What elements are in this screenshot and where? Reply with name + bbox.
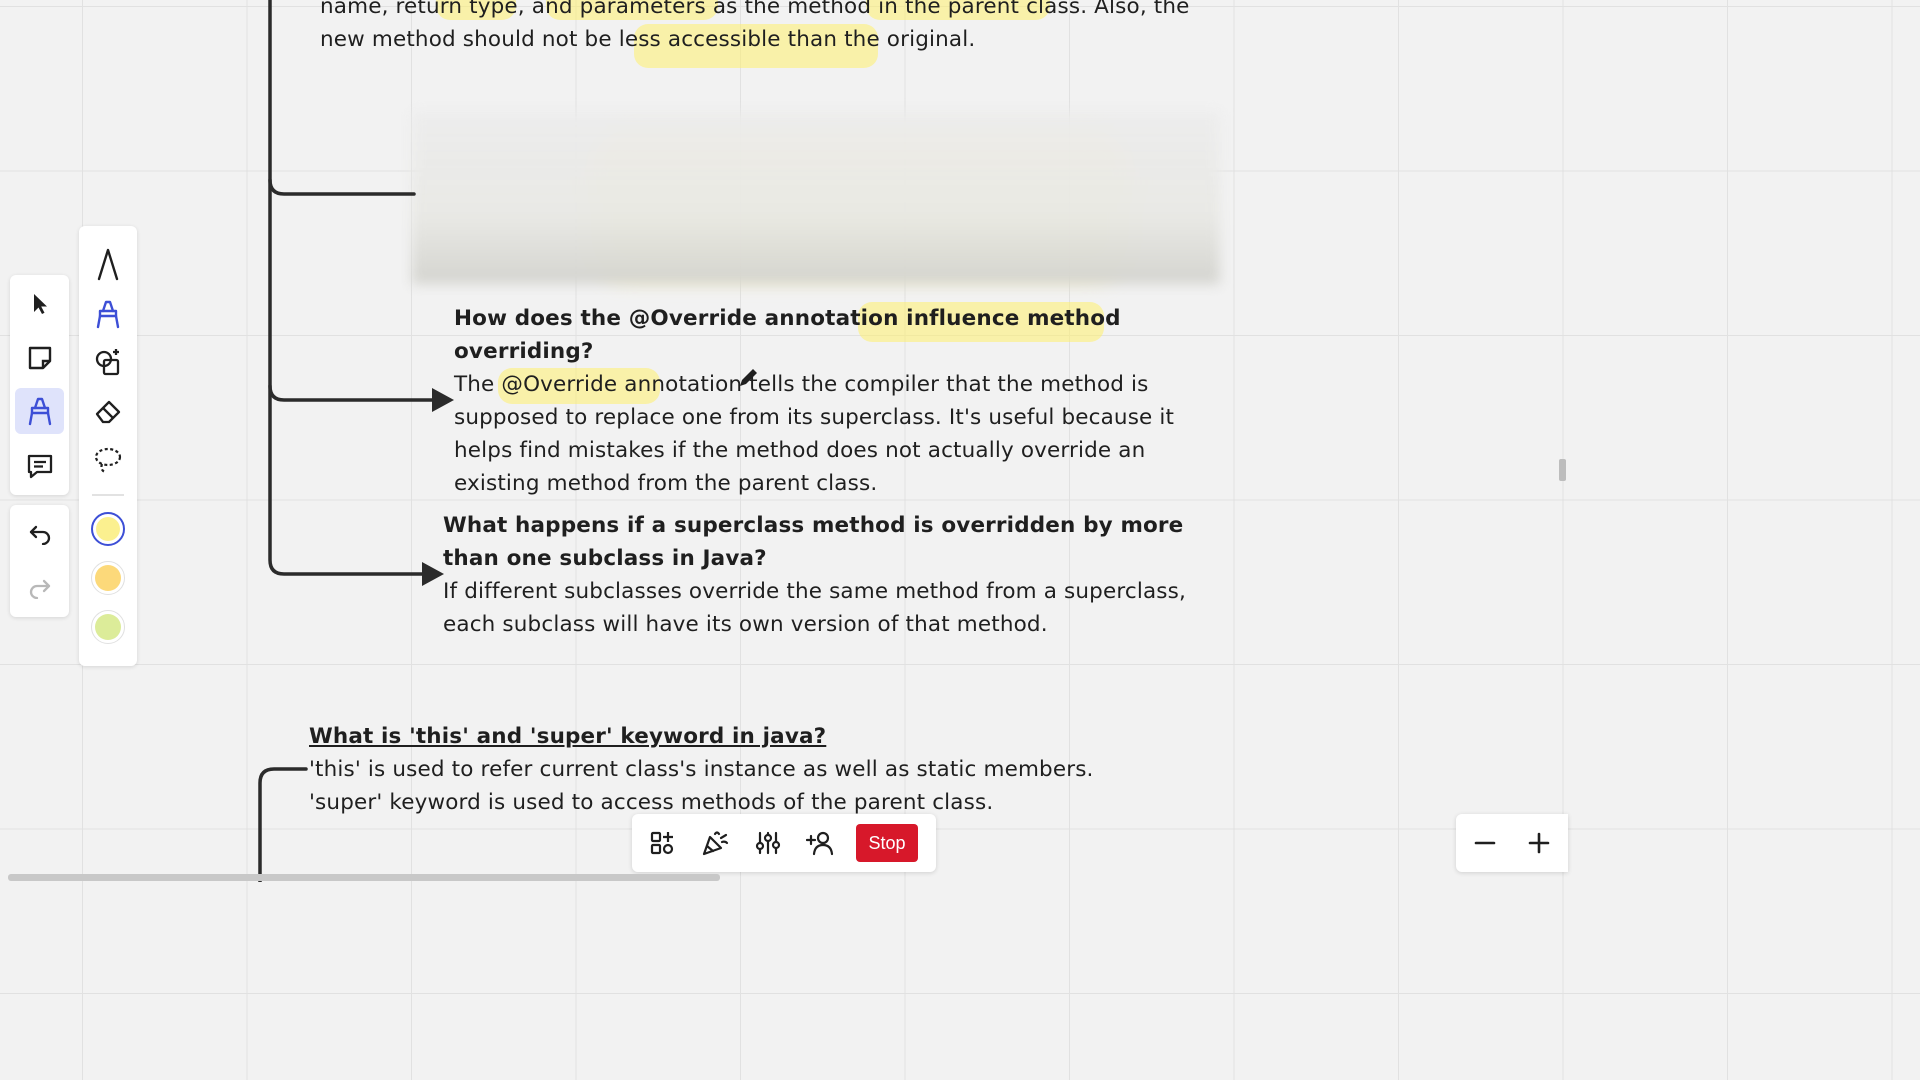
pen-options-panel	[79, 226, 137, 666]
zoom-in-icon	[1528, 832, 1550, 854]
note-this-super[interactable]: What is 'this' and 'super' keyword in ja…	[309, 720, 1094, 819]
stop-button[interactable]: Stop	[856, 824, 918, 862]
comment-icon	[27, 454, 52, 479]
color-swatch-fill	[95, 565, 121, 591]
select-tool-button[interactable]	[15, 281, 64, 327]
redo-icon	[29, 579, 50, 599]
zoom-out-icon	[1474, 841, 1496, 845]
settings-sliders-icon	[755, 831, 781, 855]
color-swatch[interactable]	[91, 610, 125, 644]
invite-user-icon	[806, 831, 834, 856]
note-multiple-subclasses[interactable]: What happens if a superclass method is o…	[443, 509, 1186, 641]
smart-shape-option-button[interactable]	[83, 340, 133, 384]
color-swatch-selected[interactable]	[91, 512, 125, 546]
answer-line: existing method from the parent class.	[454, 471, 878, 496]
answer-line: If different subclasses override the sam…	[443, 579, 1186, 604]
question-heading: What is 'this' and 'super' keyword in ja…	[309, 724, 827, 749]
note-text-top: name, return type, and parameters as the…	[320, 0, 1190, 56]
question-heading: than one subclass in Java?	[443, 546, 767, 571]
celebrate-icon	[702, 831, 729, 856]
answer-line: 'this' is used to refer current class's …	[309, 757, 1094, 782]
question-heading: What happens if a superclass method is o…	[443, 513, 1184, 538]
highlighter-option-button[interactable]	[83, 292, 133, 336]
undo-icon	[29, 525, 50, 545]
pen-icon	[28, 397, 51, 426]
settings-button[interactable]	[748, 824, 788, 862]
celebrate-button[interactable]	[695, 824, 735, 862]
invite-user-button[interactable]	[801, 824, 841, 862]
pen-icon	[97, 248, 119, 281]
pencil-cursor-icon	[740, 369, 757, 386]
eraser-icon	[95, 400, 121, 424]
undo-button[interactable]	[15, 511, 64, 557]
highlighter-icon	[96, 300, 120, 329]
redo-button[interactable]	[15, 565, 64, 611]
zoom-out-button[interactable]	[1465, 824, 1505, 862]
smart-shape-icon	[95, 349, 120, 376]
main-toolbar	[10, 275, 69, 495]
color-swatch-fill	[95, 614, 121, 640]
vertical-scrollbar[interactable]	[1559, 459, 1566, 481]
history-toolbar	[10, 505, 69, 617]
note-text-line: name, return type, and parameters as the…	[320, 0, 1190, 19]
lasso-icon	[94, 447, 122, 474]
horizontal-scrollbar[interactable]	[8, 874, 720, 881]
pen-tool-button[interactable]	[15, 388, 64, 434]
eraser-option-button[interactable]	[83, 389, 133, 433]
note-text-line: new method should not be less accessible…	[320, 27, 976, 52]
sticky-note-icon	[28, 346, 51, 370]
select-icon	[33, 294, 47, 314]
comment-tool-button[interactable]	[15, 443, 64, 489]
note-override-annotation[interactable]: How does the @Override annotation influe…	[454, 302, 1174, 500]
answer-line: The @Override annotation tells the compi…	[454, 372, 1149, 397]
question-heading: overriding?	[454, 339, 594, 364]
answer-line: each subclass will have its own version …	[443, 612, 1048, 637]
answer-line: supposed to replace one from its supercl…	[454, 405, 1175, 430]
lasso-option-button[interactable]	[83, 438, 133, 482]
color-swatch-fill	[96, 517, 120, 541]
color-swatch[interactable]	[91, 561, 125, 595]
panel-divider	[92, 494, 124, 496]
apps-button[interactable]	[642, 824, 682, 862]
zoom-controls	[1456, 814, 1568, 872]
collaboration-toolbar: Stop	[632, 814, 936, 872]
zoom-in-button[interactable]	[1519, 824, 1559, 862]
answer-line: helps find mistakes if the method does n…	[454, 438, 1146, 463]
sticky-note-tool-button[interactable]	[15, 335, 64, 381]
apps-icon	[650, 831, 674, 855]
pen-option-button[interactable]	[83, 242, 133, 286]
question-heading: How does the @Override annotation influe…	[454, 306, 1121, 331]
